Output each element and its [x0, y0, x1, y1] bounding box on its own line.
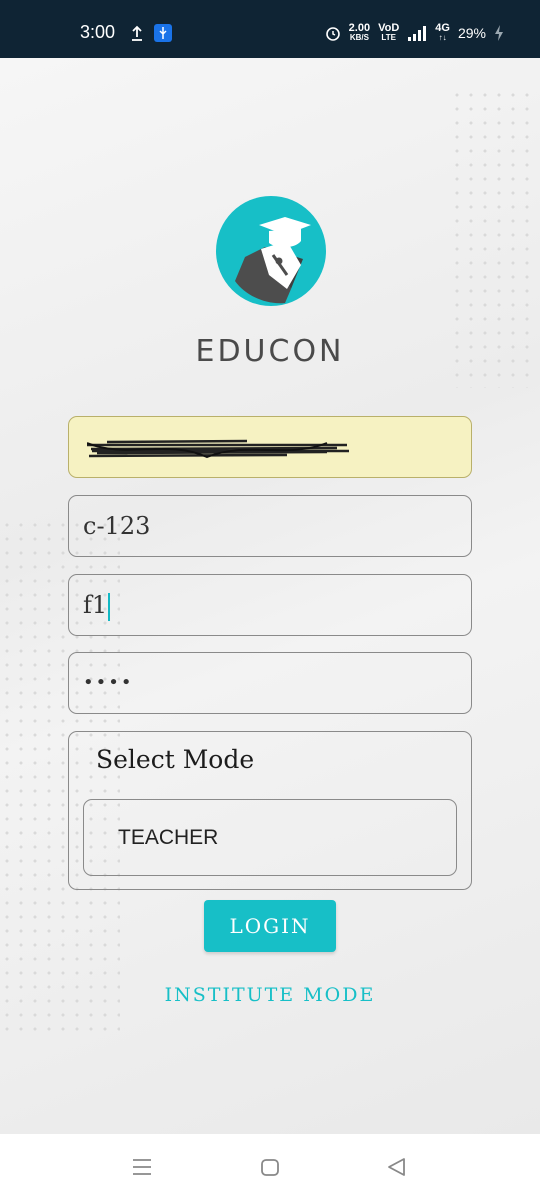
- upload-icon: [132, 25, 142, 41]
- institute-mode-link[interactable]: INSTITUTE MODE: [0, 984, 540, 1006]
- mobile-data-icon: 4G ↑↓: [435, 22, 450, 43]
- status-bar: 3:00 2.00 KB/S VoD LTE 4G ↑↓ 29%: [0, 0, 540, 58]
- signal-icon: [408, 26, 427, 41]
- text-field-value: f1: [83, 591, 108, 619]
- status-time: 3:00: [80, 22, 116, 42]
- redacted-email: [87, 439, 349, 459]
- home-icon[interactable]: [260, 1156, 280, 1178]
- select-mode-label: Select Mode: [96, 745, 255, 774]
- alarm-icon: [325, 27, 340, 41]
- usb-icon: [154, 24, 172, 42]
- network-speed: 2.00 KB/S: [349, 23, 370, 43]
- status-right: 2.00 KB/S VoD LTE 4G ↑↓ 29%: [325, 22, 504, 44]
- email-field[interactable]: [68, 416, 472, 478]
- charging-icon: [495, 25, 503, 41]
- code-field-value: c-123: [83, 512, 151, 540]
- navigation-bar: [0, 1134, 540, 1200]
- educon-logo: [216, 196, 326, 306]
- text-field-focused[interactable]: f1: [68, 574, 472, 636]
- login-screen: EDUCON c-123 f1 •••• Select Mode TEACHER…: [0, 58, 540, 1134]
- back-icon[interactable]: [386, 1156, 406, 1178]
- mode-section: Select Mode TEACHER: [68, 731, 472, 890]
- recents-icon[interactable]: [132, 1156, 152, 1178]
- app-title: EDUCON: [195, 334, 345, 369]
- login-button[interactable]: LOGIN: [204, 900, 336, 952]
- password-field[interactable]: ••••: [68, 652, 472, 714]
- code-field[interactable]: c-123: [68, 495, 472, 557]
- volte-indicator: VoD LTE: [378, 23, 399, 43]
- text-cursor: [108, 592, 111, 621]
- password-value: ••••: [83, 672, 134, 693]
- battery-percent: 29%: [457, 25, 486, 41]
- mode-dropdown[interactable]: TEACHER: [83, 799, 457, 876]
- mode-selected-value: TEACHER: [118, 826, 219, 849]
- speed-unit: KB/S: [349, 33, 369, 42]
- volte-bottom: LTE: [381, 33, 396, 42]
